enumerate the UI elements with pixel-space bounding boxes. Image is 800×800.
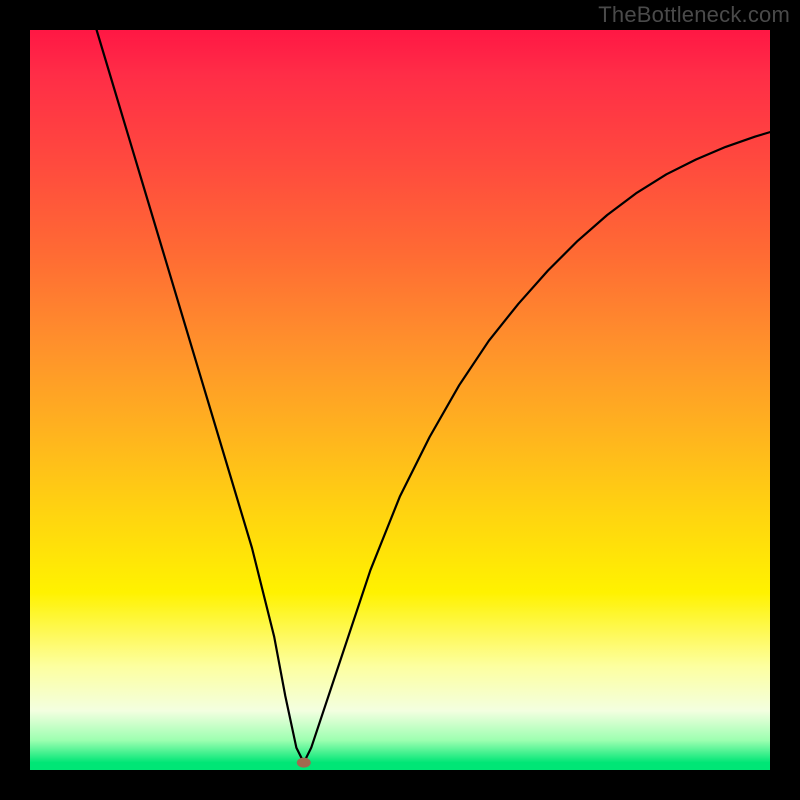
chart-frame: TheBottleneck.com: [0, 0, 800, 800]
watermark-text: TheBottleneck.com: [598, 2, 790, 28]
bottleneck-curve: [97, 30, 770, 763]
plot-svg: [30, 30, 770, 770]
optimum-marker: [297, 758, 311, 768]
plot-area: [30, 30, 770, 770]
